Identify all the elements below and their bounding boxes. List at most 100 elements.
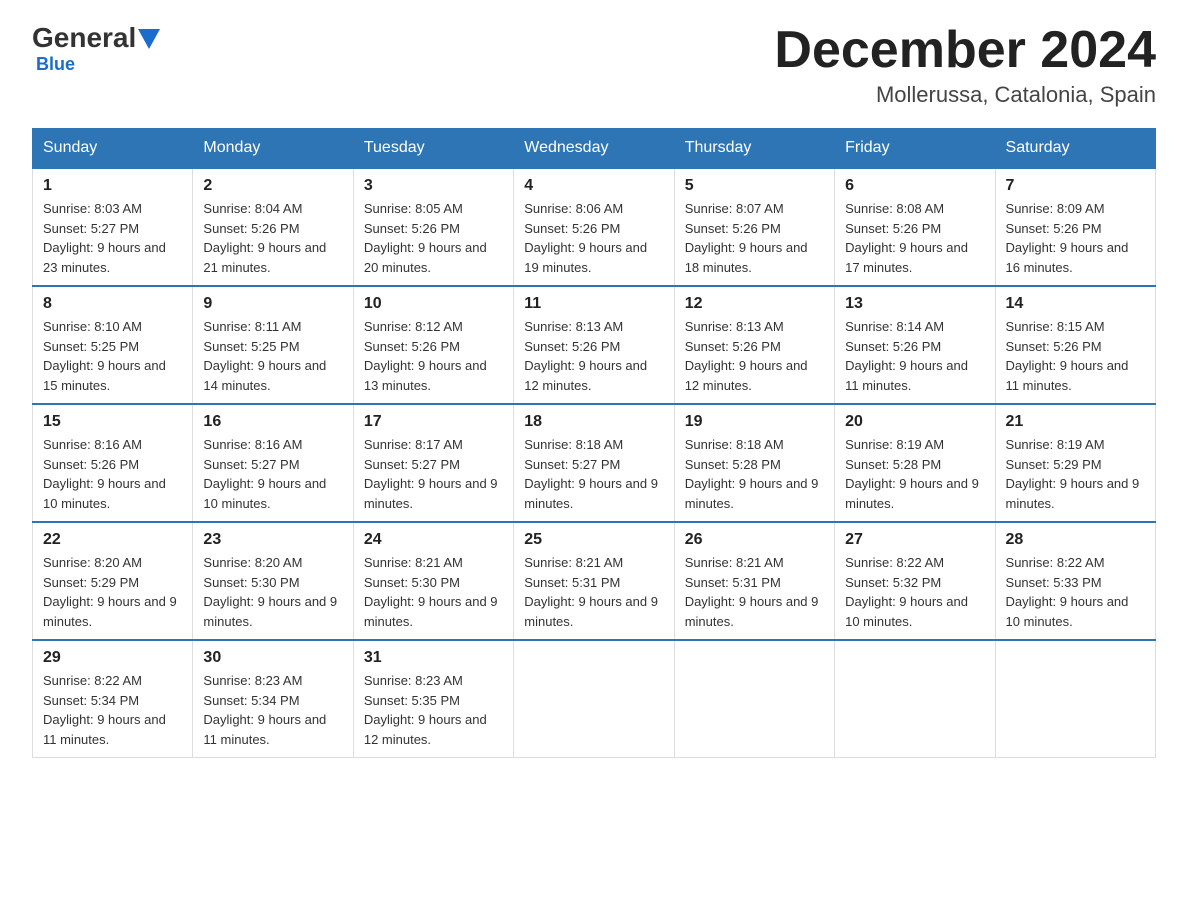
logo-triangle-icon	[138, 29, 160, 49]
day-info: Sunrise: 8:16 AMSunset: 5:26 PMDaylight:…	[43, 435, 182, 513]
day-number: 10	[364, 295, 503, 313]
week-row-2: 8 Sunrise: 8:10 AMSunset: 5:25 PMDaylight…	[33, 286, 1156, 404]
day-cell-4: 4 Sunrise: 8:06 AMSunset: 5:26 PMDaylight…	[514, 168, 674, 286]
day-number: 7	[1006, 177, 1145, 195]
header-monday: Monday	[193, 129, 353, 169]
empty-cell	[995, 640, 1155, 758]
header-wednesday: Wednesday	[514, 129, 674, 169]
day-cell-28: 28Sunrise: 8:22 AMSunset: 5:33 PMDayligh…	[995, 522, 1155, 640]
day-info: Sunrise: 8:20 AMSunset: 5:29 PMDaylight:…	[43, 553, 182, 631]
day-number: 24	[364, 531, 503, 549]
calendar-header-row: SundayMondayTuesdayWednesdayThursdayFrid…	[33, 129, 1156, 169]
day-number: 29	[43, 649, 182, 667]
week-row-1: 1 Sunrise: 8:03 AMSunset: 5:27 PMDaylight…	[33, 168, 1156, 286]
day-number: 2	[203, 177, 342, 195]
day-info: Sunrise: 8:23 AMSunset: 5:35 PMDaylight:…	[364, 671, 503, 749]
day-cell-20: 20Sunrise: 8:19 AMSunset: 5:28 PMDayligh…	[835, 404, 995, 522]
day-info: Sunrise: 8:06 AMSunset: 5:26 PMDaylight:…	[524, 199, 663, 277]
day-number: 23	[203, 531, 342, 549]
day-cell-3: 3 Sunrise: 8:05 AMSunset: 5:26 PMDaylight…	[353, 168, 513, 286]
day-info: Sunrise: 8:22 AMSunset: 5:32 PMDaylight:…	[845, 553, 984, 631]
day-cell-31: 31 Sunrise: 8:23 AMSunset: 5:35 PMDayligh…	[353, 640, 513, 758]
day-cell-25: 25Sunrise: 8:21 AMSunset: 5:31 PMDayligh…	[514, 522, 674, 640]
logo-text-general: General	[32, 24, 136, 52]
day-info: Sunrise: 8:09 AMSunset: 5:26 PMDaylight:…	[1006, 199, 1145, 277]
header-friday: Friday	[835, 129, 995, 169]
title-block: December 2024 Mollerussa, Catalonia, Spa…	[774, 24, 1156, 108]
day-number: 16	[203, 413, 342, 431]
header-saturday: Saturday	[995, 129, 1155, 169]
day-cell-29: 29 Sunrise: 8:22 AMSunset: 5:34 PMDayligh…	[33, 640, 193, 758]
day-info: Sunrise: 8:10 AMSunset: 5:25 PMDaylight:…	[43, 317, 182, 395]
day-number: 26	[685, 531, 824, 549]
day-info: Sunrise: 8:07 AMSunset: 5:26 PMDaylight:…	[685, 199, 824, 277]
week-row-3: 15 Sunrise: 8:16 AMSunset: 5:26 PMDayligh…	[33, 404, 1156, 522]
day-info: Sunrise: 8:22 AMSunset: 5:34 PMDaylight:…	[43, 671, 182, 749]
day-info: Sunrise: 8:04 AMSunset: 5:26 PMDaylight:…	[203, 199, 342, 277]
day-cell-16: 16Sunrise: 8:16 AMSunset: 5:27 PMDayligh…	[193, 404, 353, 522]
day-info: Sunrise: 8:12 AMSunset: 5:26 PMDaylight:…	[364, 317, 503, 395]
day-info: Sunrise: 8:21 AMSunset: 5:31 PMDaylight:…	[685, 553, 824, 631]
day-number: 8	[43, 295, 182, 313]
day-cell-13: 13Sunrise: 8:14 AMSunset: 5:26 PMDayligh…	[835, 286, 995, 404]
day-number: 28	[1006, 531, 1145, 549]
header-thursday: Thursday	[674, 129, 834, 169]
day-cell-27: 27 Sunrise: 8:22 AMSunset: 5:32 PMDayligh…	[835, 522, 995, 640]
week-row-5: 29 Sunrise: 8:22 AMSunset: 5:34 PMDayligh…	[33, 640, 1156, 758]
day-cell-12: 12Sunrise: 8:13 AMSunset: 5:26 PMDayligh…	[674, 286, 834, 404]
day-info: Sunrise: 8:15 AMSunset: 5:26 PMDaylight:…	[1006, 317, 1145, 395]
day-number: 31	[364, 649, 503, 667]
day-info: Sunrise: 8:21 AMSunset: 5:30 PMDaylight:…	[364, 553, 503, 631]
day-info: Sunrise: 8:08 AMSunset: 5:26 PMDaylight:…	[845, 199, 984, 277]
empty-cell	[514, 640, 674, 758]
empty-cell	[835, 640, 995, 758]
day-cell-1: 1 Sunrise: 8:03 AMSunset: 5:27 PMDaylight…	[33, 168, 193, 286]
day-number: 14	[1006, 295, 1145, 313]
day-info: Sunrise: 8:05 AMSunset: 5:26 PMDaylight:…	[364, 199, 503, 277]
day-number: 27	[845, 531, 984, 549]
day-cell-5: 5 Sunrise: 8:07 AMSunset: 5:26 PMDaylight…	[674, 168, 834, 286]
day-cell-17: 17Sunrise: 8:17 AMSunset: 5:27 PMDayligh…	[353, 404, 513, 522]
day-cell-24: 24 Sunrise: 8:21 AMSunset: 5:30 PMDayligh…	[353, 522, 513, 640]
day-info: Sunrise: 8:21 AMSunset: 5:31 PMDaylight:…	[524, 553, 663, 631]
logo: General Blue	[32, 24, 160, 75]
day-number: 11	[524, 295, 663, 313]
day-number: 4	[524, 177, 663, 195]
day-cell-6: 6 Sunrise: 8:08 AMSunset: 5:26 PMDaylight…	[835, 168, 995, 286]
day-cell-30: 30Sunrise: 8:23 AMSunset: 5:34 PMDayligh…	[193, 640, 353, 758]
day-info: Sunrise: 8:18 AMSunset: 5:27 PMDaylight:…	[524, 435, 663, 513]
day-cell-26: 26 Sunrise: 8:21 AMSunset: 5:31 PMDayligh…	[674, 522, 834, 640]
day-cell-15: 15 Sunrise: 8:16 AMSunset: 5:26 PMDayligh…	[33, 404, 193, 522]
day-number: 19	[685, 413, 824, 431]
day-number: 15	[43, 413, 182, 431]
day-cell-8: 8 Sunrise: 8:10 AMSunset: 5:25 PMDaylight…	[33, 286, 193, 404]
day-number: 6	[845, 177, 984, 195]
day-cell-10: 10 Sunrise: 8:12 AMSunset: 5:26 PMDayligh…	[353, 286, 513, 404]
day-info: Sunrise: 8:18 AMSunset: 5:28 PMDaylight:…	[685, 435, 824, 513]
day-number: 17	[364, 413, 503, 431]
header-tuesday: Tuesday	[353, 129, 513, 169]
day-info: Sunrise: 8:13 AMSunset: 5:26 PMDaylight:…	[524, 317, 663, 395]
day-info: Sunrise: 8:19 AMSunset: 5:29 PMDaylight:…	[1006, 435, 1145, 513]
day-info: Sunrise: 8:13 AMSunset: 5:26 PMDaylight:…	[685, 317, 824, 395]
day-cell-9: 9 Sunrise: 8:11 AMSunset: 5:25 PMDaylight…	[193, 286, 353, 404]
day-cell-21: 21Sunrise: 8:19 AMSunset: 5:29 PMDayligh…	[995, 404, 1155, 522]
day-info: Sunrise: 8:03 AMSunset: 5:27 PMDaylight:…	[43, 199, 182, 277]
day-cell-14: 14 Sunrise: 8:15 AMSunset: 5:26 PMDayligh…	[995, 286, 1155, 404]
empty-cell	[674, 640, 834, 758]
calendar-table: SundayMondayTuesdayWednesdayThursdayFrid…	[32, 128, 1156, 758]
day-number: 3	[364, 177, 503, 195]
day-number: 13	[845, 295, 984, 313]
week-row-4: 22Sunrise: 8:20 AMSunset: 5:29 PMDayligh…	[33, 522, 1156, 640]
day-number: 5	[685, 177, 824, 195]
day-number: 18	[524, 413, 663, 431]
day-cell-23: 23 Sunrise: 8:20 AMSunset: 5:30 PMDayligh…	[193, 522, 353, 640]
day-info: Sunrise: 8:11 AMSunset: 5:25 PMDaylight:…	[203, 317, 342, 395]
day-number: 1	[43, 177, 182, 195]
day-cell-19: 19 Sunrise: 8:18 AMSunset: 5:28 PMDayligh…	[674, 404, 834, 522]
day-number: 20	[845, 413, 984, 431]
header-sunday: Sunday	[33, 129, 193, 169]
day-info: Sunrise: 8:23 AMSunset: 5:34 PMDaylight:…	[203, 671, 342, 749]
day-info: Sunrise: 8:20 AMSunset: 5:30 PMDaylight:…	[203, 553, 342, 631]
day-number: 9	[203, 295, 342, 313]
